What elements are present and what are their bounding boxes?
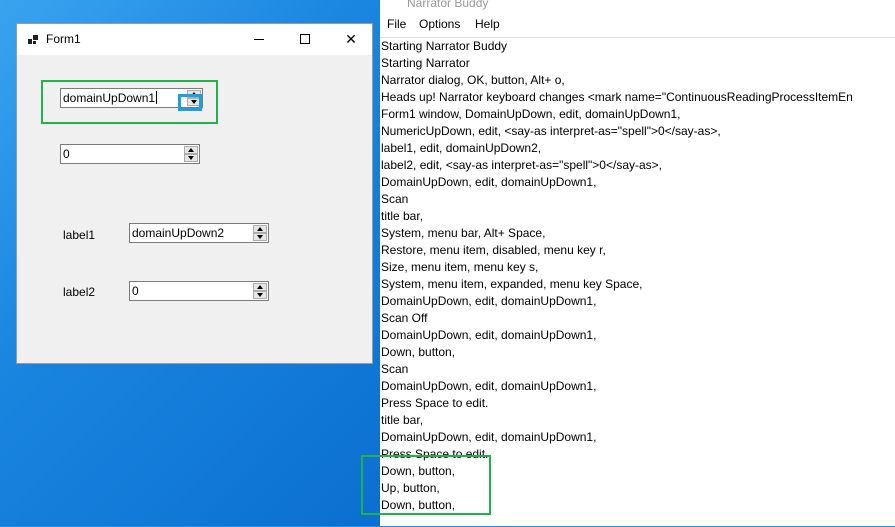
log-line: DomainUpDown, edit, domainUpDown1, xyxy=(381,175,597,189)
menu-file[interactable]: File xyxy=(387,17,406,31)
log-line: System, menu bar, Alt+ Space, xyxy=(381,226,546,240)
log-line: NumericUpDown, edit, <say-as interpret-a… xyxy=(381,124,721,138)
numeric-up-down-spin[interactable] xyxy=(184,146,198,162)
minimize-button[interactable] xyxy=(236,24,282,55)
label2: label2 xyxy=(63,285,96,299)
menu-options[interactable]: Options xyxy=(419,17,460,31)
highlight-down-button xyxy=(178,94,202,111)
menu-help[interactable]: Help xyxy=(475,17,500,31)
up-button[interactable] xyxy=(184,146,198,154)
form1-window[interactable]: Form1 ✕ domainUpDown1 0 label1 domainUpD… xyxy=(16,23,373,364)
log-line: Press Space to edit. xyxy=(381,396,489,410)
numeric-up-down-2-text[interactable]: 0 xyxy=(132,284,139,298)
maximize-button[interactable] xyxy=(282,24,328,55)
log-line: DomainUpDown, edit, domainUpDown1, xyxy=(381,294,597,308)
domain-up-down-2-spin[interactable] xyxy=(253,225,267,241)
arrow-down-icon xyxy=(257,235,263,239)
narrator-title: Narrator Buddy xyxy=(407,0,489,10)
up-button[interactable] xyxy=(253,283,267,291)
down-button[interactable] xyxy=(253,291,267,299)
log-line: Form1 window, DomainUpDown, edit, domain… xyxy=(381,107,681,121)
log-line: System, menu item, expanded, menu key Sp… xyxy=(381,277,643,291)
log-line: label2, edit, <say-as interpret-as="spel… xyxy=(381,158,663,172)
domain-up-down-2[interactable]: domainUpDown2 xyxy=(129,223,269,243)
log-line: Starting Narrator Buddy xyxy=(381,39,508,53)
domain-up-down-2-text[interactable]: domainUpDown2 xyxy=(132,226,224,240)
log-line: Starting Narrator xyxy=(381,56,470,70)
log-line: Heads up! Narrator keyboard changes <mar… xyxy=(381,90,853,104)
down-button[interactable] xyxy=(253,233,267,241)
numeric-up-down[interactable]: 0 xyxy=(60,144,200,164)
log-line: Scan xyxy=(381,192,409,206)
close-button[interactable]: ✕ xyxy=(328,24,374,55)
label1: label1 xyxy=(63,228,96,242)
highlight-log-lines xyxy=(361,455,491,515)
arrow-up-icon xyxy=(257,227,263,231)
log-line: DomainUpDown, edit, domainUpDown1, xyxy=(381,328,597,342)
numeric-up-down-2[interactable]: 0 xyxy=(129,281,269,301)
numeric-up-down-text[interactable]: 0 xyxy=(63,147,70,161)
down-button[interactable] xyxy=(184,154,198,162)
narrator-log[interactable]: Starting Narrator Buddy Starting Narrator… xyxy=(380,37,895,527)
arrow-down-icon xyxy=(188,156,194,160)
log-line: Down, button, xyxy=(381,345,456,359)
log-line: Restore, menu item, disabled, menu key r… xyxy=(381,243,606,257)
form1-title: Form1 xyxy=(46,32,81,46)
log-line: title bar, xyxy=(381,209,424,223)
arrow-down-icon xyxy=(257,293,263,297)
log-line: Scan Off xyxy=(381,311,428,325)
log-line: DomainUpDown, edit, domainUpDown1, xyxy=(381,379,597,393)
log-line: Size, menu item, menu key s, xyxy=(381,260,539,274)
log-line: title bar, xyxy=(381,413,424,427)
narrator-buddy-window[interactable]: Narrator Buddy File Options Help Startin… xyxy=(361,0,895,527)
log-line: Scan xyxy=(381,362,409,376)
log-line: Narrator dialog, OK, button, Alt+ o, xyxy=(381,73,565,87)
numeric-up-down-2-spin[interactable] xyxy=(253,283,267,299)
arrow-up-icon xyxy=(257,285,263,289)
log-line: DomainUpDown, edit, domainUpDown1, xyxy=(381,430,597,444)
form-app-icon xyxy=(28,35,38,45)
form1-titlebar[interactable]: Form1 ✕ xyxy=(17,24,372,55)
log-line: label1, edit, domainUpDown2, xyxy=(381,141,542,155)
narrator-menubar: File Options Help xyxy=(380,14,895,36)
arrow-up-icon xyxy=(188,148,194,152)
up-button[interactable] xyxy=(253,225,267,233)
